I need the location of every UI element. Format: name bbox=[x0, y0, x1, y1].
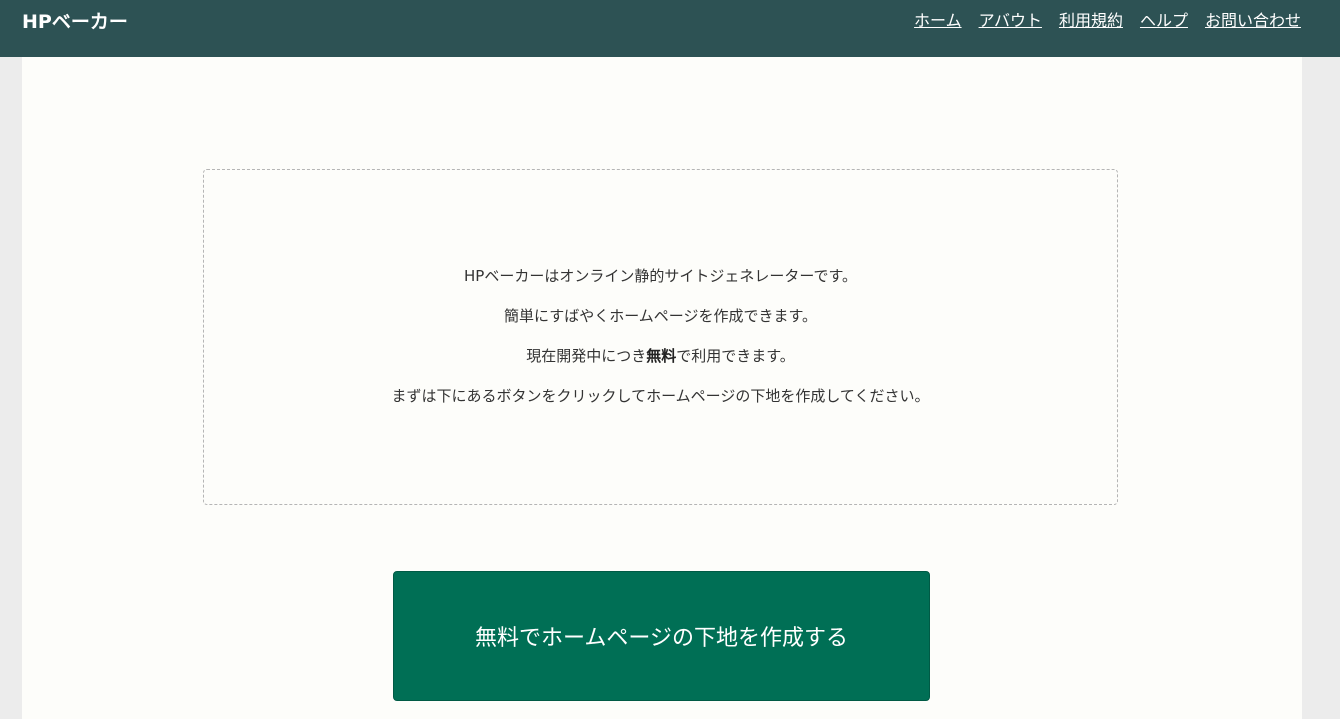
intro-text: HPベーカーはオンライン静的サイトジェネレーターです。 簡単にすばやくホームペー… bbox=[204, 266, 1117, 426]
nav-link-about[interactable]: アバウト bbox=[979, 10, 1042, 32]
intro-line-2: 簡単にすばやくホームページを作成できます。 bbox=[504, 307, 817, 325]
nav-link-help[interactable]: ヘルプ bbox=[1140, 10, 1188, 32]
intro-line-3-prefix: 現在開発中につき bbox=[526, 347, 647, 365]
main-content: HPベーカーはオンライン静的サイトジェネレーターです。 簡単にすばやくホームペー… bbox=[22, 57, 1302, 719]
free-emphasis: 無料 bbox=[646, 347, 677, 365]
intro-line-3: 現在開発中につき無料で利用できます。 bbox=[204, 346, 1117, 367]
nav-link-contact[interactable]: お問い合わせ bbox=[1205, 10, 1301, 32]
intro-box: HPベーカーはオンライン静的サイトジェネレーターです。 簡単にすばやくホームペー… bbox=[203, 169, 1118, 505]
main-nav: ホーム アバウト 利用規約 ヘルプ お問い合わせ bbox=[914, 10, 1301, 32]
intro-line-4: まずは下にあるボタンをクリックしてホームページの下地を作成してください。 bbox=[391, 387, 930, 405]
nav-link-terms[interactable]: 利用規約 bbox=[1059, 10, 1123, 32]
site-header: HPベーカー ホーム アバウト 利用規約 ヘルプ お問い合わせ bbox=[0, 0, 1340, 57]
site-brand[interactable]: HPベーカー bbox=[22, 10, 128, 34]
intro-line-3-suffix: で利用できます。 bbox=[676, 347, 795, 365]
create-homepage-button[interactable]: 無料でホームページの下地を作成する bbox=[393, 571, 930, 701]
intro-line-1: HPベーカーはオンライン静的サイトジェネレーターです。 bbox=[464, 267, 857, 285]
nav-link-home[interactable]: ホーム bbox=[914, 10, 962, 32]
